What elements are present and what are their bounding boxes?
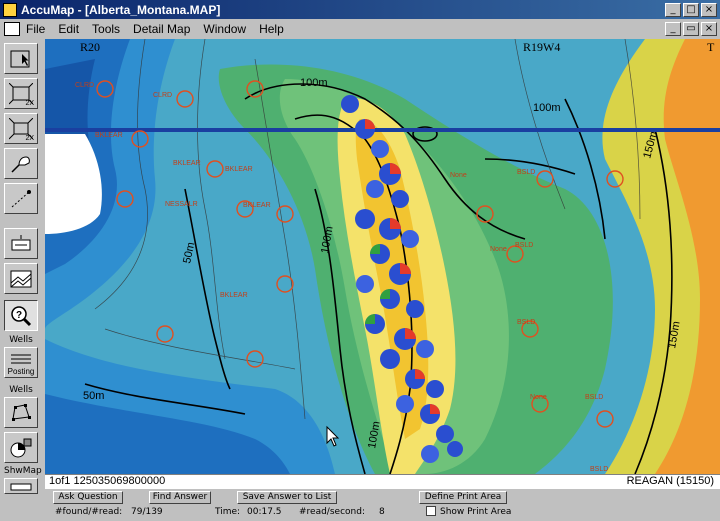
- show-print-area-label: Show Print Area: [440, 507, 512, 517]
- define-print-area-button[interactable]: Define Print Area: [419, 491, 507, 504]
- measure-tool-button[interactable]: [4, 183, 38, 214]
- window-title: AccuMap - [Alberta_Montana.MAP]: [21, 2, 221, 17]
- pan-tool-button[interactable]: [4, 148, 38, 179]
- close-button[interactable]: ×: [701, 2, 717, 17]
- select-tool-button[interactable]: [4, 43, 38, 74]
- range-label-right: R19W4: [523, 40, 560, 54]
- range-label-left: R20: [80, 40, 100, 54]
- maximize-button[interactable]: □: [683, 2, 699, 17]
- layer-tool-button[interactable]: [4, 263, 38, 294]
- svg-text:?: ?: [16, 310, 22, 321]
- well-label: BSLD: [515, 242, 533, 249]
- zoom-out-label: 2X: [25, 135, 34, 142]
- posting-tool-button[interactable]: Posting: [4, 347, 38, 378]
- well-label: None: [490, 246, 507, 253]
- document-icon[interactable]: [4, 22, 20, 36]
- well-label: BSLD: [590, 466, 608, 473]
- map-layer-icon: [10, 270, 32, 288]
- found-read-value: 79/139: [131, 507, 163, 517]
- well-label: CLRD: [153, 92, 172, 99]
- menu-bar: File Edit Tools Detail Map Window Help _…: [0, 19, 720, 39]
- read-rate-label: #read/second:: [299, 507, 365, 517]
- posting-label: Posting: [7, 367, 35, 376]
- contour-label: 50m: [181, 241, 197, 264]
- show-print-area-checkbox[interactable]: [426, 506, 436, 516]
- status-bar: 1of1 125035069800000 REAGAN (15150): [45, 474, 720, 489]
- well-label: BKLEAR: [173, 160, 201, 167]
- range-label-corner: T: [707, 40, 715, 54]
- zoom-in-label: 2X: [25, 100, 34, 107]
- well-label: BSLD: [517, 319, 535, 326]
- contour-label: 100m: [300, 77, 328, 89]
- well-label: BKLEAR: [225, 166, 253, 173]
- accumap-app-icon: [3, 2, 17, 17]
- menu-file[interactable]: File: [26, 22, 45, 36]
- find-answer-button[interactable]: Find Answer: [149, 491, 211, 504]
- found-read-label: #found/#read:: [55, 507, 123, 517]
- ruler-line-icon: [11, 190, 31, 208]
- wells-tool-label: Wells: [9, 335, 33, 345]
- map-canvas[interactable]: 100m 100m 50m 100m 150m 150m 100m 50m R2…: [45, 39, 720, 474]
- child-close-button[interactable]: ×: [701, 22, 717, 36]
- showmap-button[interactable]: [4, 478, 38, 494]
- menu-detail-map[interactable]: Detail Map: [133, 22, 190, 36]
- well-label: BSLD: [517, 169, 535, 176]
- read-rate-value: 8: [379, 507, 385, 517]
- polygon-select-icon: [12, 404, 31, 421]
- query-tool-button[interactable]: ?: [4, 300, 38, 331]
- hand-pan-icon: [11, 156, 30, 173]
- child-restore-button[interactable]: ▭: [683, 22, 699, 36]
- zoom-in-button[interactable]: 2X: [4, 78, 38, 109]
- pie-tool-button[interactable]: [4, 432, 38, 463]
- well-label: CLRD: [75, 82, 94, 89]
- contour-label: 100m: [533, 102, 561, 114]
- minimize-button[interactable]: _: [665, 2, 681, 17]
- menu-tools[interactable]: Tools: [92, 22, 120, 36]
- magnifier-question-icon: ?: [11, 306, 32, 327]
- well-label: BKLEAR: [243, 202, 271, 209]
- save-answer-button[interactable]: Save Answer to List: [237, 491, 337, 504]
- query-panel: Ask Question Find Answer Save Answer to …: [45, 489, 720, 521]
- mouse-cursor-icon: [326, 425, 340, 447]
- time-value: 00:17.5: [247, 507, 282, 517]
- status-left: 1of1 125035069800000: [49, 475, 166, 487]
- polygon-tool-button[interactable]: [4, 397, 38, 428]
- showmap-tool-label: ShwMap: [4, 466, 42, 476]
- well-label: None: [530, 394, 547, 401]
- map-scale-icon: [11, 235, 31, 251]
- well-label: BKLEAR: [220, 292, 248, 299]
- child-minimize-button[interactable]: _: [665, 22, 681, 36]
- posting-list-icon: [11, 354, 31, 364]
- menu-help[interactable]: Help: [259, 22, 284, 36]
- contour-label: 50m: [83, 390, 104, 402]
- well-label: BSLD: [585, 394, 603, 401]
- wells2-tool-label: Wells: [9, 385, 33, 395]
- well-label: None: [450, 172, 467, 179]
- title-bar: AccuMap - [Alberta_Montana.MAP] _ □ ×: [0, 0, 720, 19]
- map-thumbnail-icon: [10, 483, 32, 491]
- menu-edit[interactable]: Edit: [58, 22, 79, 36]
- contour-map[interactable]: 100m 100m 50m 100m 150m 150m 100m 50m R2…: [45, 39, 720, 474]
- zoom-out-button[interactable]: 2X: [4, 113, 38, 144]
- ask-question-button[interactable]: Ask Question: [53, 491, 123, 504]
- time-label: Time:: [215, 507, 241, 517]
- pie-chart-icon: [10, 438, 32, 458]
- scale-tool-button[interactable]: [4, 228, 38, 259]
- menu-window[interactable]: Window: [203, 22, 246, 36]
- left-toolbar: 2X 2X ? Wells Posting Wells ShwMap: [0, 39, 45, 494]
- well-label: NESSALR: [165, 201, 198, 208]
- status-right: REAGAN (15150): [626, 475, 714, 487]
- select-arrow-icon: [10, 50, 30, 68]
- well-label: BKLEAR: [95, 132, 123, 139]
